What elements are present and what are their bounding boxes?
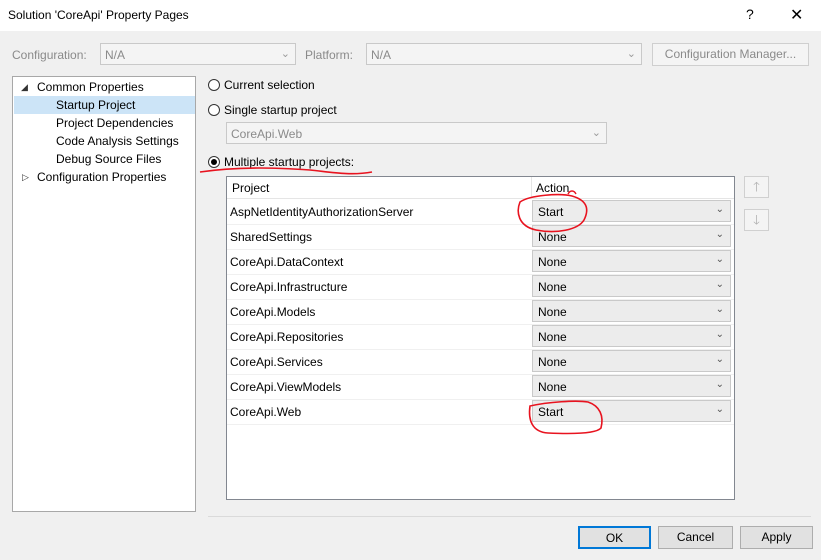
tree-item-configuration-properties[interactable]: Configuration Properties bbox=[37, 168, 166, 186]
tree-item-debug-source-files[interactable]: Debug Source Files bbox=[56, 150, 161, 168]
table-row[interactable]: CoreApi.Services None ⌄ bbox=[227, 349, 734, 375]
configuration-label: Configuration: bbox=[12, 48, 87, 62]
project-name: CoreApi.Infrastructure bbox=[230, 280, 348, 294]
grid-header: Project Action bbox=[227, 177, 734, 199]
tree-item-code-analysis-settings[interactable]: Code Analysis Settings bbox=[56, 132, 179, 150]
expanded-arrow-icon[interactable]: ◢ bbox=[21, 82, 28, 93]
tree-item-startup-project[interactable]: Startup Project bbox=[56, 96, 135, 114]
project-name: AspNetIdentityAuthorizationServer bbox=[230, 205, 414, 219]
action-dropdown[interactable]: Start ⌄ bbox=[532, 200, 731, 222]
ok-button[interactable]: OK bbox=[578, 526, 651, 549]
action-dropdown[interactable]: None ⌄ bbox=[532, 250, 731, 272]
configuration-dropdown[interactable]: N/A ⌄ bbox=[100, 43, 296, 65]
arrow-up-icon: 🡑 bbox=[753, 179, 760, 194]
action-dropdown[interactable]: None ⌄ bbox=[532, 350, 731, 372]
multiple-startup-radio[interactable] bbox=[208, 156, 220, 168]
column-header-project[interactable]: Project bbox=[232, 181, 269, 195]
table-row[interactable]: SharedSettings None ⌄ bbox=[227, 224, 734, 250]
chevron-down-icon: ⌄ bbox=[715, 254, 724, 265]
table-row[interactable]: CoreApi.Models None ⌄ bbox=[227, 299, 734, 325]
project-name: CoreApi.DataContext bbox=[230, 255, 344, 269]
single-startup-label[interactable]: Single startup project bbox=[224, 103, 337, 117]
table-row[interactable]: CoreApi.ViewModels None ⌄ bbox=[227, 374, 734, 400]
table-row[interactable]: CoreApi.DataContext None ⌄ bbox=[227, 249, 734, 275]
single-startup-radio[interactable] bbox=[208, 104, 220, 116]
close-button[interactable]: ✕ bbox=[790, 5, 803, 25]
table-row[interactable]: CoreApi.Web Start ⌄ bbox=[227, 399, 734, 425]
action-dropdown[interactable]: None ⌄ bbox=[532, 375, 731, 397]
single-startup-dropdown[interactable]: CoreApi.Web ⌄ bbox=[226, 122, 607, 144]
action-dropdown[interactable]: None ⌄ bbox=[532, 225, 731, 247]
chevron-down-icon: ⌄ bbox=[715, 304, 724, 315]
action-value: Start bbox=[538, 205, 564, 219]
move-up-button[interactable]: 🡑 bbox=[744, 176, 769, 198]
chevron-down-icon: ⌄ bbox=[715, 279, 724, 290]
chevron-down-icon: ⌄ bbox=[715, 354, 724, 365]
project-name: CoreApi.Web bbox=[230, 405, 302, 419]
divider bbox=[208, 516, 811, 517]
move-down-button[interactable]: 🡓 bbox=[744, 209, 769, 231]
chevron-down-icon: ⌄ bbox=[715, 404, 724, 415]
current-selection-radio[interactable] bbox=[208, 79, 220, 91]
action-value: None bbox=[538, 380, 567, 394]
column-divider bbox=[531, 177, 532, 198]
project-name: CoreApi.ViewModels bbox=[230, 380, 342, 394]
action-dropdown[interactable]: None ⌄ bbox=[532, 325, 731, 347]
platform-value: N/A bbox=[371, 48, 392, 62]
action-dropdown[interactable]: None ⌄ bbox=[532, 300, 731, 322]
platform-label: Platform: bbox=[305, 48, 354, 62]
table-row[interactable]: AspNetIdentityAuthorizationServer Start ⌄ bbox=[227, 199, 734, 225]
multiple-startup-label[interactable]: Multiple startup projects: bbox=[224, 155, 354, 169]
apply-button[interactable]: Apply bbox=[740, 526, 813, 549]
table-row[interactable]: CoreApi.Infrastructure None ⌄ bbox=[227, 274, 734, 300]
project-name: CoreApi.Services bbox=[230, 355, 323, 369]
current-selection-label[interactable]: Current selection bbox=[224, 78, 315, 92]
tree-item-common-properties[interactable]: Common Properties bbox=[37, 78, 144, 96]
action-value: None bbox=[538, 230, 567, 244]
project-name: SharedSettings bbox=[230, 230, 313, 244]
action-value: None bbox=[538, 305, 567, 319]
chevron-down-icon: ⌄ bbox=[715, 229, 724, 240]
chevron-down-icon: ⌄ bbox=[280, 48, 290, 60]
window-title: Solution 'CoreApi' Property Pages bbox=[8, 8, 189, 22]
chevron-down-icon: ⌄ bbox=[715, 379, 724, 390]
action-value: None bbox=[538, 255, 567, 269]
project-name: CoreApi.Models bbox=[230, 305, 316, 319]
cancel-button[interactable]: Cancel bbox=[658, 526, 733, 549]
title-bar: Solution 'CoreApi' Property Pages ? ✕ bbox=[0, 0, 821, 31]
project-name: CoreApi.Repositories bbox=[230, 330, 344, 344]
action-dropdown[interactable]: None ⌄ bbox=[532, 275, 731, 297]
chevron-down-icon: ⌄ bbox=[591, 127, 601, 139]
arrow-down-icon: 🡓 bbox=[753, 212, 760, 227]
action-value: Start bbox=[538, 405, 564, 419]
table-row[interactable]: CoreApi.Repositories None ⌄ bbox=[227, 324, 734, 350]
chevron-down-icon: ⌄ bbox=[715, 329, 724, 340]
chevron-down-icon: ⌄ bbox=[626, 48, 636, 60]
action-dropdown[interactable]: Start ⌄ bbox=[532, 400, 731, 422]
action-value: None bbox=[538, 280, 567, 294]
platform-dropdown[interactable]: N/A ⌄ bbox=[366, 43, 642, 65]
collapsed-arrow-icon[interactable]: ▷ bbox=[22, 172, 29, 183]
help-button[interactable]: ? bbox=[746, 6, 754, 22]
startup-projects-grid: Project Action AspNetIdentityAuthorizati… bbox=[226, 176, 735, 500]
action-value: None bbox=[538, 330, 567, 344]
tree-item-project-dependencies[interactable]: Project Dependencies bbox=[56, 114, 173, 132]
configuration-manager-button[interactable]: Configuration Manager... bbox=[652, 43, 809, 66]
property-tree: ◢ Common Properties Startup Project Proj… bbox=[12, 76, 196, 512]
chevron-down-icon: ⌄ bbox=[715, 204, 724, 215]
configuration-value: N/A bbox=[105, 48, 126, 62]
column-header-action[interactable]: Action bbox=[536, 181, 569, 195]
action-value: None bbox=[538, 355, 567, 369]
single-startup-value: CoreApi.Web bbox=[231, 127, 303, 141]
